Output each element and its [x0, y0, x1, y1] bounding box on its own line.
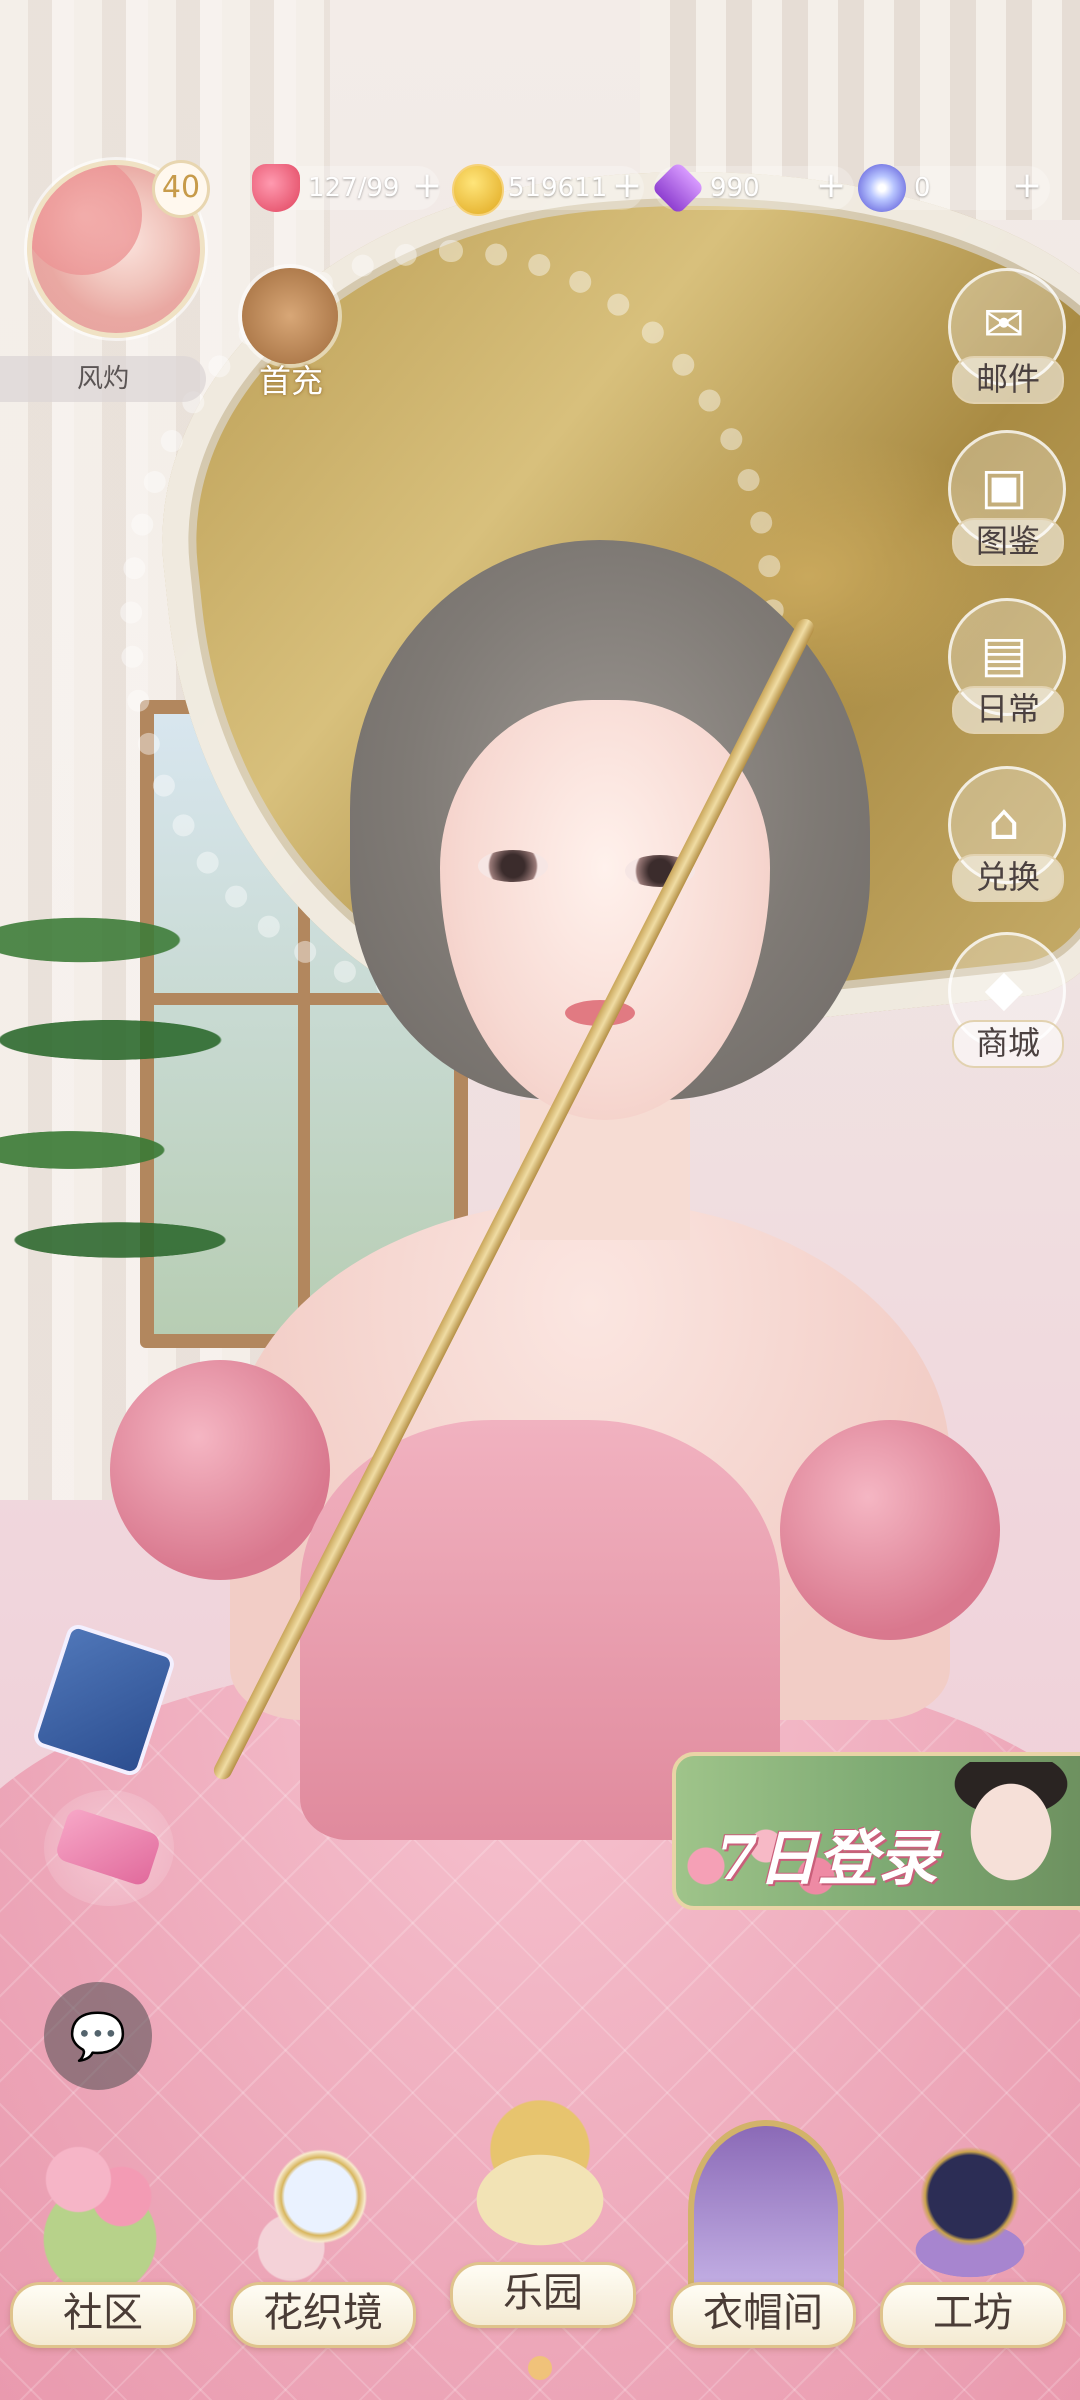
gold-coin-icon: [452, 164, 504, 216]
album-label: 图鉴: [952, 518, 1064, 566]
gold-add-button[interactable]: +: [612, 166, 642, 206]
login-banner-text: 7日登录: [716, 1824, 938, 1894]
daily-button[interactable]: ▤ 日常: [944, 598, 1068, 738]
mall-button[interactable]: ◆ 商城: [944, 932, 1068, 1072]
resource-gold: 519611 +: [452, 164, 644, 216]
gold-value: 519611: [508, 173, 608, 203]
nav-workshop-label: 工坊: [880, 2282, 1066, 2348]
nav-wardrobe-label: 衣帽间: [670, 2282, 856, 2348]
stamina-value: 127/99: [308, 173, 400, 203]
shop-icon: ⌂: [988, 793, 1020, 851]
exchange-label: 兑换: [952, 854, 1064, 902]
nav-flower-realm-label: 花织境: [230, 2282, 416, 2348]
star-add-button[interactable]: +: [1012, 166, 1042, 206]
bottom-decoration-dot: [528, 2356, 552, 2380]
phone-icon[interactable]: [44, 1790, 174, 1906]
nav-paradise[interactable]: 乐园: [440, 2100, 640, 2340]
exchange-button[interactable]: ⌂ 兑换: [944, 766, 1068, 906]
sewing-box-icon: [898, 2120, 1042, 2290]
daily-label: 日常: [952, 686, 1064, 734]
star-value: 0: [914, 173, 931, 203]
mail-icon: ✉: [983, 295, 1025, 353]
nav-workshop[interactable]: 工坊: [870, 2120, 1070, 2360]
wardrobe-mirror-icon: [688, 2120, 844, 2302]
first-charge-label: 首充: [258, 362, 323, 400]
chat-button[interactable]: 💬: [44, 1982, 152, 2090]
gem-add-button[interactable]: +: [816, 166, 846, 206]
daily-icon: ▤: [980, 625, 1028, 683]
first-charge-button[interactable]: 首充: [236, 268, 346, 400]
album-icon: ▣: [980, 457, 1028, 515]
gem-value: 990: [710, 173, 760, 203]
player-level-badge: 40: [152, 160, 210, 218]
resource-gems: 990 +: [651, 161, 854, 215]
player-name[interactable]: 风灼: [0, 356, 206, 402]
mall-label: 商城: [952, 1020, 1064, 1068]
nav-flower-realm[interactable]: 花织境: [220, 2120, 420, 2360]
banner-character: [946, 1762, 1076, 1902]
open-book-icon: [468, 2100, 612, 2270]
seven-day-login-banner[interactable]: 7日登录: [672, 1752, 1080, 1910]
diamond-icon: ◆: [984, 959, 1024, 1017]
resource-stamina: 127/99 +: [252, 164, 442, 212]
stamina-add-button[interactable]: +: [412, 166, 442, 206]
mail-button[interactable]: ✉ 邮件: [944, 268, 1068, 408]
nav-paradise-label: 乐园: [450, 2262, 636, 2328]
album-button[interactable]: ▣ 图鉴: [944, 430, 1068, 570]
teddy-bear-icon: [242, 268, 338, 364]
character-eye-left: [478, 850, 548, 882]
mail-label: 邮件: [952, 356, 1064, 404]
chat-icon: 💬: [69, 2009, 127, 2063]
nav-community-label: 社区: [10, 2282, 196, 2348]
mirror-teacup-icon: [248, 2120, 392, 2290]
heart-icon: [252, 164, 300, 212]
flower-bouquet-icon: [28, 2120, 172, 2290]
resource-stars: 0 +: [858, 164, 1050, 212]
character-sleeve-left: [110, 1360, 330, 1580]
character-sleeve-right: [780, 1420, 1000, 1640]
nav-wardrobe[interactable]: 衣帽间: [660, 2120, 860, 2360]
star-icon: [858, 164, 906, 212]
nav-community[interactable]: 社区: [0, 2120, 200, 2360]
